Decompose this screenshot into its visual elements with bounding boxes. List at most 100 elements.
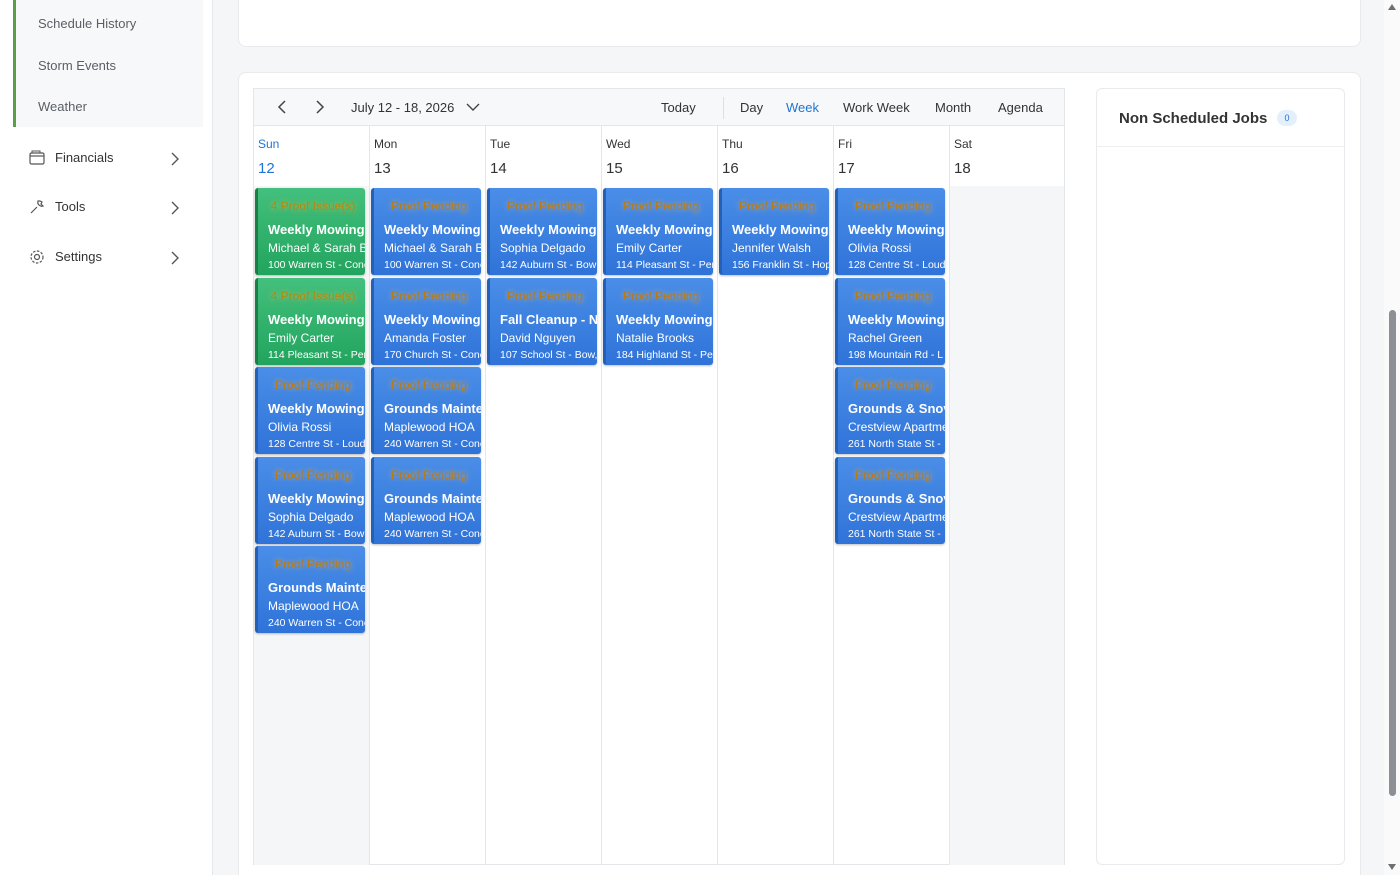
event-address: 100 Warren St - Conc bbox=[268, 259, 365, 271]
view-month-button[interactable]: Month bbox=[935, 100, 971, 115]
chevron-right-icon bbox=[171, 251, 179, 265]
view-week-button[interactable]: Week bbox=[786, 100, 819, 115]
sidebar-item-label: Tools bbox=[55, 199, 86, 214]
chevron-right-icon[interactable] bbox=[312, 98, 328, 116]
event-client: Michael & Sarah Be bbox=[384, 241, 481, 255]
day-number[interactable]: 14 bbox=[490, 160, 507, 177]
today-button[interactable]: Today bbox=[661, 100, 696, 115]
sidebar: Schedule History Storm Events Weather Fi… bbox=[0, 0, 213, 875]
sidebar-item-financials[interactable]: Financials bbox=[28, 147, 188, 171]
chevron-right-icon bbox=[171, 152, 179, 166]
day-number[interactable]: 18 bbox=[954, 160, 971, 177]
proof-status-badge: Proof Pending bbox=[622, 289, 700, 303]
event-address: 170 Church St - Conc bbox=[384, 349, 481, 361]
page-scrollbar[interactable] bbox=[1384, 0, 1400, 875]
schedule-subnav: Schedule History Storm Events Weather bbox=[13, 0, 203, 127]
proof-status-badge: Proof Pending bbox=[390, 378, 468, 392]
day-name: Tue bbox=[490, 137, 511, 151]
scrollbar-thumb[interactable] bbox=[1389, 310, 1396, 796]
event-client: Amanda Foster bbox=[384, 331, 467, 345]
event-card[interactable]: 4 Proof Issue(s) Weekly Mowing Michael & S… bbox=[255, 188, 365, 275]
event-address: 240 Warren St - Conc bbox=[268, 617, 365, 629]
day-header: Thu 16 bbox=[718, 126, 833, 186]
event-title: Weekly Mowing bbox=[268, 222, 365, 237]
event-card[interactable]: Proof Pending Weekly Mowing Amanda Foster 1… bbox=[371, 278, 481, 365]
proof-status-badge: Proof Pending bbox=[506, 289, 584, 303]
event-card[interactable]: Proof Pending Fall Cleanup - N David Nguye… bbox=[487, 278, 597, 365]
event-client: Olivia Rossi bbox=[268, 420, 332, 434]
day-name: Mon bbox=[374, 137, 398, 151]
event-card[interactable]: 4 Proof Issue(s) Weekly Mowing Emily Carte… bbox=[255, 278, 365, 365]
event-card[interactable]: Proof Pending Weekly Mowing Emily Carter 11… bbox=[603, 188, 713, 275]
event-address: 114 Pleasant St - Per bbox=[268, 349, 365, 361]
event-address: 240 Warren St - Conc bbox=[384, 528, 481, 540]
event-title: Weekly Mowing bbox=[732, 222, 829, 237]
date-range-label[interactable]: July 12 - 18, 2026 bbox=[351, 100, 454, 115]
day-column-sat[interactable]: Sat 18 bbox=[950, 126, 1064, 865]
day-number[interactable]: 15 bbox=[606, 160, 623, 177]
sidebar-item-settings[interactable]: Settings bbox=[28, 246, 188, 270]
event-card[interactable]: Proof Pending Grounds & Snov Crestview Apa… bbox=[835, 457, 945, 544]
event-title: Grounds Mainte bbox=[384, 401, 481, 416]
event-card[interactable]: Proof Pending Weekly Mowing Olivia Rossi 12… bbox=[255, 367, 365, 454]
scroll-up-icon[interactable] bbox=[1388, 4, 1396, 10]
chevron-left-icon[interactable] bbox=[274, 98, 290, 116]
view-day-button[interactable]: Day bbox=[740, 100, 763, 115]
event-client: Maplewood HOA bbox=[384, 420, 475, 434]
event-title: Grounds Mainte bbox=[384, 491, 481, 506]
event-card[interactable]: Proof Pending Weekly Mowing Sophia Delgado… bbox=[255, 457, 365, 544]
day-name: Sun bbox=[258, 137, 280, 151]
proof-status-badge: Proof Pending bbox=[390, 468, 468, 482]
subnav-item-storm-events[interactable]: Storm Events bbox=[38, 58, 116, 73]
event-address: 184 Highland St - Pe bbox=[616, 349, 713, 361]
event-card[interactable]: Proof Pending Grounds Mainte Maplewood HOA… bbox=[255, 546, 365, 633]
sidebar-item-label: Settings bbox=[55, 249, 102, 264]
day-name: Wed bbox=[606, 137, 631, 151]
event-card[interactable]: Proof Pending Weekly Mowing Sophia Delgado… bbox=[487, 188, 597, 275]
event-card[interactable]: Proof Pending Grounds & Snov Crestview Apa… bbox=[835, 367, 945, 454]
day-header: Tue 14 bbox=[486, 126, 601, 186]
event-card[interactable]: Proof Pending Weekly Mowing Rachel Green 19… bbox=[835, 278, 945, 365]
day-number[interactable]: 13 bbox=[374, 160, 391, 177]
event-title: Grounds Mainte bbox=[268, 580, 365, 595]
sidebar-item-tools[interactable]: Tools bbox=[28, 196, 188, 220]
day-header: Sat 18 bbox=[950, 126, 1064, 186]
event-card[interactable]: Proof Pending Weekly Mowing Jennifer Walsh… bbox=[719, 188, 829, 275]
event-card[interactable]: Proof Pending Weekly Mowing Natalie Brooks… bbox=[603, 278, 713, 365]
event-title: Fall Cleanup - N bbox=[500, 312, 597, 327]
event-title: Weekly Mowing bbox=[848, 222, 945, 237]
event-title: Weekly Mowing bbox=[268, 312, 365, 327]
day-number[interactable]: 12 bbox=[258, 160, 275, 177]
event-card[interactable]: Proof Pending Grounds Mainte Maplewood HOA… bbox=[371, 367, 481, 454]
event-client: Rachel Green bbox=[848, 331, 923, 345]
view-agenda-button[interactable]: Agenda bbox=[998, 100, 1043, 115]
event-card[interactable]: Proof Pending Grounds Mainte Maplewood HOA… bbox=[371, 457, 481, 544]
day-number[interactable]: 17 bbox=[838, 160, 855, 177]
event-client: Crestview Apartmen bbox=[848, 420, 945, 434]
event-card[interactable]: Proof Pending Weekly Mowing Olivia Rossi 12… bbox=[835, 188, 945, 275]
view-work-week-button[interactable]: Work Week bbox=[843, 100, 910, 115]
event-title: Grounds & Snov bbox=[848, 401, 945, 416]
day-number[interactable]: 16 bbox=[722, 160, 739, 177]
day-name: Fri bbox=[838, 137, 852, 151]
gear-icon bbox=[30, 250, 44, 264]
chevron-down-icon[interactable] bbox=[465, 100, 481, 114]
event-client: Olivia Rossi bbox=[848, 241, 912, 255]
subnav-item-weather[interactable]: Weather bbox=[38, 99, 87, 114]
event-card[interactable]: Proof Pending Weekly Mowing Michael & Sara… bbox=[371, 188, 481, 275]
event-address: 142 Auburn St - Bow bbox=[500, 259, 597, 271]
event-title: Weekly Mowing bbox=[384, 222, 481, 237]
event-client: Sophia Delgado bbox=[500, 241, 586, 255]
chevron-right-icon bbox=[171, 201, 179, 215]
day-header: Mon 13 bbox=[370, 126, 485, 186]
scroll-down-icon[interactable] bbox=[1388, 864, 1396, 870]
event-client: Natalie Brooks bbox=[616, 331, 695, 345]
proof-status-badge: Proof Pending bbox=[854, 468, 932, 482]
day-header: Wed 15 bbox=[602, 126, 717, 186]
event-title: Weekly Mowing bbox=[848, 312, 945, 327]
event-address: 114 Pleasant St - Per bbox=[616, 259, 713, 271]
event-client: David Nguyen bbox=[500, 331, 576, 345]
event-client: Emily Carter bbox=[616, 241, 683, 255]
subnav-item-schedule-history[interactable]: Schedule History bbox=[38, 16, 136, 31]
event-client: Jennifer Walsh bbox=[732, 241, 811, 255]
